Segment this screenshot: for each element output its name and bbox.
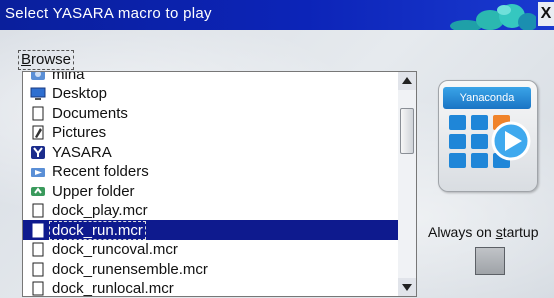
browse-mnemonic: B [21, 51, 32, 68]
file-icon [29, 281, 47, 297]
file-icon [29, 203, 47, 219]
startup-mnemonic: s [495, 224, 503, 240]
title-bar-molecule-decoration [450, 4, 536, 30]
list-item[interactable]: dock_runlocal.mcr [23, 279, 399, 297]
pictures-icon [29, 125, 47, 141]
window-title: Select YASARA macro to play [5, 5, 212, 22]
list-item[interactable]: dock_play.mcr [23, 201, 399, 221]
list-item-label: dock_runensemble.mcr [52, 260, 208, 278]
list-item[interactable]: Documents [23, 103, 399, 123]
startup-label-rest: tartup [502, 224, 539, 240]
list-item-label: Upper folder [52, 182, 135, 200]
logo-header: Yanaconda [443, 87, 531, 109]
yanaconda-logo: Yanaconda [438, 80, 538, 192]
folder-user-icon [29, 72, 47, 82]
scrollbar-thumb[interactable] [400, 108, 414, 154]
file-list-scrollbar[interactable] [398, 71, 417, 297]
list-item[interactable]: YASARA [23, 142, 399, 162]
list-item-label: dock_play.mcr [52, 202, 148, 219]
list-item[interactable]: Recent folders [23, 162, 399, 182]
list-item-label: mina [52, 71, 85, 83]
document-icon [29, 105, 47, 121]
file-list[interactable]: mina Desktop Documents Pictures YASARA Recent… [22, 71, 400, 297]
list-item-label: dock_runlocal.mcr [52, 280, 174, 297]
list-item[interactable]: Pictures [23, 123, 399, 143]
title-bar: Select YASARA macro to play X [0, 0, 554, 30]
desktop-icon [29, 86, 47, 102]
file-icon [29, 222, 47, 238]
list-item[interactable]: dock_runensemble.mcr [23, 259, 399, 279]
calculator-play-icon [449, 115, 531, 168]
startup-label-prefix: Always on [428, 224, 496, 240]
browse-label-rest: rowse [31, 51, 72, 68]
always-on-startup-label: Always on startup [428, 224, 539, 240]
browse-button[interactable]: Browse [18, 50, 75, 70]
file-icon [29, 261, 47, 277]
list-item[interactable]: dock_run.mcr [23, 220, 399, 240]
scroll-down-button[interactable] [398, 278, 416, 296]
close-button[interactable]: X [538, 2, 554, 26]
yasara-icon [29, 144, 47, 160]
list-item[interactable]: dock_runcoval.mcr [23, 240, 399, 260]
list-item-label: YASARA [52, 143, 112, 161]
upper-folder-icon [29, 183, 47, 199]
list-item[interactable]: mina [23, 71, 399, 84]
list-item-label: Pictures [52, 124, 107, 141]
always-on-startup-checkbox[interactable] [475, 247, 505, 275]
recent-folders-icon [29, 164, 47, 180]
list-item-label: dock_run.mcr [49, 220, 146, 240]
list-item-label: dock_runcoval.mcr [52, 241, 178, 258]
list-item[interactable]: Desktop [23, 84, 399, 104]
file-icon [29, 242, 47, 258]
list-item-label: Documents [52, 104, 128, 122]
chevron-up-icon [402, 77, 412, 84]
list-item[interactable]: Upper folder [23, 181, 399, 201]
list-item-label: Recent folders [52, 163, 149, 180]
list-item-label: Desktop [52, 85, 108, 102]
chevron-down-icon [402, 284, 412, 291]
close-icon: X [540, 5, 552, 22]
scroll-up-button[interactable] [398, 72, 416, 90]
